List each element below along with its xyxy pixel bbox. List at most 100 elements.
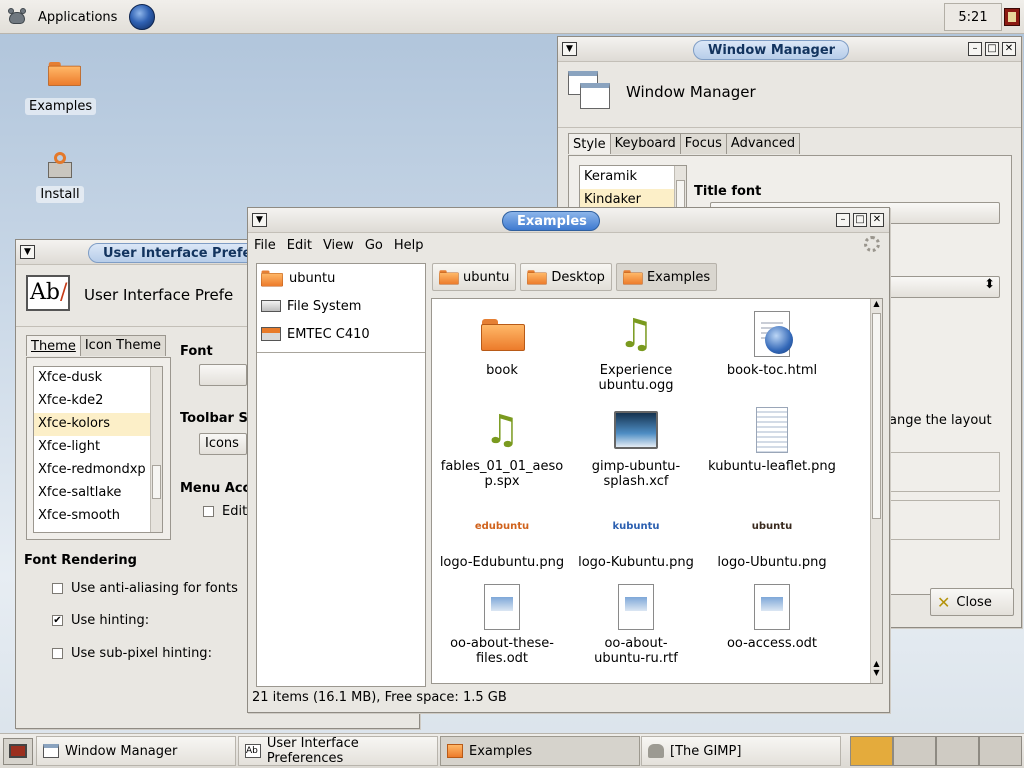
file-item[interactable]: gimp-ubuntu-splash.xcf [568, 405, 704, 489]
minimize-button[interactable]: – [836, 213, 850, 227]
sidebar-item-label: File System [287, 298, 362, 314]
status-bar: 21 items (16.1 MB), Free space: 1.5 GB [252, 690, 507, 705]
sidebar-item-home[interactable]: ubuntu [257, 264, 425, 292]
leaflet-icon [756, 407, 788, 453]
logout-icon[interactable] [1004, 8, 1020, 26]
breadcrumb-ubuntu[interactable]: ubuntu [432, 263, 517, 291]
tab-advanced[interactable]: Advanced [725, 133, 801, 154]
list-item[interactable]: Xfce-kde2 [34, 390, 162, 413]
minimize-button[interactable]: – [968, 42, 982, 56]
file-name: Experience ubuntu.ogg [598, 363, 674, 393]
file-item[interactable]: kubuntu logo-Kubuntu.png [568, 501, 704, 571]
image-icon [614, 411, 658, 449]
workspace-3[interactable] [936, 736, 979, 766]
checkbox[interactable] [52, 583, 63, 594]
file-name: book-toc.html [726, 363, 818, 378]
tab-icon-theme[interactable]: Icon Theme [79, 335, 166, 356]
task-window-manager[interactable]: Window Manager [36, 736, 236, 766]
menu-edit[interactable]: Edit [287, 238, 312, 253]
toolbar-style-select[interactable]: Icons [199, 433, 247, 455]
title-font-label: Title font [694, 184, 762, 199]
checkbox[interactable]: ✔ [52, 615, 63, 626]
workspace-4[interactable] [979, 736, 1022, 766]
tab-keyboard[interactable]: Keyboard [609, 133, 681, 154]
window-menu-button[interactable]: ▼ [562, 42, 577, 56]
list-item[interactable]: Xfce-kolors [34, 413, 162, 436]
list-item[interactable]: Keramik [580, 166, 686, 189]
usb-drive-icon [261, 327, 281, 341]
task-gimp[interactable]: [The GIMP] [641, 736, 841, 766]
checkbox[interactable] [203, 506, 214, 517]
close-window-button[interactable]: ✕ [1002, 42, 1016, 56]
list-item[interactable]: Xfce-dusk [34, 367, 162, 390]
breadcrumb-desktop[interactable]: Desktop [520, 263, 612, 291]
sidebar-item-usb[interactable]: EMTEC C410 [257, 320, 425, 348]
scrollbar[interactable]: ▲ ▲ ▼ [870, 299, 882, 683]
font-button[interactable] [199, 364, 247, 386]
tab-theme[interactable]: Theme [26, 335, 81, 356]
scrollbar[interactable] [150, 367, 162, 532]
close-label: Close [956, 594, 992, 610]
titlebar[interactable]: ▼ Examples – □ ✕ [248, 208, 889, 233]
menu-help[interactable]: Help [394, 238, 424, 253]
maximize-button[interactable]: □ [853, 213, 867, 227]
tab-style[interactable]: Style [568, 133, 611, 154]
file-item[interactable]: ♫ Experience ubuntu.ogg [568, 309, 704, 393]
menu-go[interactable]: Go [365, 238, 383, 253]
file-item[interactable]: oo-about-these-files.odt [434, 582, 570, 666]
clock[interactable]: 5:21 [944, 3, 1002, 31]
checkbox-label: Use anti-aliasing for fonts [71, 581, 238, 596]
toolbar-style-label: Toolbar St [180, 411, 255, 426]
workspace-2[interactable] [893, 736, 936, 766]
file-item[interactable]: book-toc.html [704, 309, 840, 378]
theme-list[interactable]: Xfce-dusk Xfce-kde2 Xfce-kolors Xfce-lig… [33, 366, 163, 533]
menu-view[interactable]: View [323, 238, 354, 253]
close-button[interactable]: ✕ Close [930, 588, 1014, 616]
web-browser-icon[interactable] [129, 4, 156, 30]
close-window-button[interactable]: ✕ [870, 213, 884, 227]
list-item[interactable]: Xfce-light [34, 436, 162, 459]
file-icon-view[interactable]: book ♫ Experience ubuntu.ogg book-toc.ht… [431, 298, 883, 684]
desktop-icon-examples[interactable]: Examples [25, 62, 97, 115]
tab-focus[interactable]: Focus [679, 133, 727, 154]
window-menu-button[interactable]: ▼ [252, 213, 267, 227]
antialias-checkbox[interactable]: Use anti-aliasing for fonts [52, 581, 238, 596]
file-name: logo-Edubuntu.png [439, 555, 565, 570]
edubuntu-logo-icon: edubuntu [474, 520, 530, 532]
file-item[interactable]: ♫ fables_01_01_aesop.spx [434, 405, 570, 489]
menu-bar: File Edit View Go Help [248, 234, 889, 256]
sidebar-item-filesystem[interactable]: File System [257, 292, 425, 320]
workspace-1[interactable] [850, 736, 893, 766]
audio-icon: ♫ [484, 407, 520, 453]
maximize-button[interactable]: □ [985, 42, 999, 56]
kubuntu-logo-icon: kubuntu [612, 520, 660, 532]
file-item[interactable]: edubuntu logo-Edubuntu.png [434, 501, 570, 571]
list-item[interactable]: Xfce-smooth [34, 505, 162, 528]
file-item[interactable]: oo-about-ubuntu-ru.rtf [568, 582, 704, 666]
file-item[interactable]: oo-access.odt [704, 582, 840, 651]
list-item[interactable]: Xfce-saltlake [34, 482, 162, 505]
task-examples[interactable]: Examples [440, 736, 640, 766]
sidebar-item-label: EMTEC C410 [287, 326, 370, 342]
folder-icon [481, 319, 525, 351]
desktop-icon-install[interactable]: Install [25, 150, 95, 203]
task-ui-preferences[interactable]: Ab User Interface Preferences [238, 736, 438, 766]
breadcrumb-examples[interactable]: Examples [615, 263, 718, 291]
titlebar[interactable]: ▼ Window Manager – □ ✕ [558, 37, 1021, 62]
window-manager-icon [43, 744, 59, 758]
show-desktop-button[interactable] [3, 738, 33, 765]
subpixel-checkbox[interactable]: Use sub-pixel hinting: [52, 646, 212, 661]
checkbox[interactable] [52, 648, 63, 659]
file-item[interactable]: ubuntu logo-Ubuntu.png [704, 501, 840, 571]
file-name: book [486, 363, 518, 378]
file-item[interactable]: kubuntu-leaflet.png [704, 405, 840, 474]
menu-file[interactable]: File [254, 238, 276, 253]
window-menu-button[interactable]: ▼ [20, 245, 35, 259]
ubuntu-logo-icon: ubuntu [751, 520, 793, 532]
doc-icon [754, 584, 790, 630]
applications-menu-button[interactable]: Applications [4, 3, 156, 31]
hinting-checkbox[interactable]: ✔ Use hinting: [52, 613, 149, 628]
list-item[interactable]: Xfce-redmondxp [34, 459, 162, 482]
file-item[interactable]: book [434, 309, 570, 378]
checkbox-label: Use sub-pixel hinting: [71, 646, 212, 661]
